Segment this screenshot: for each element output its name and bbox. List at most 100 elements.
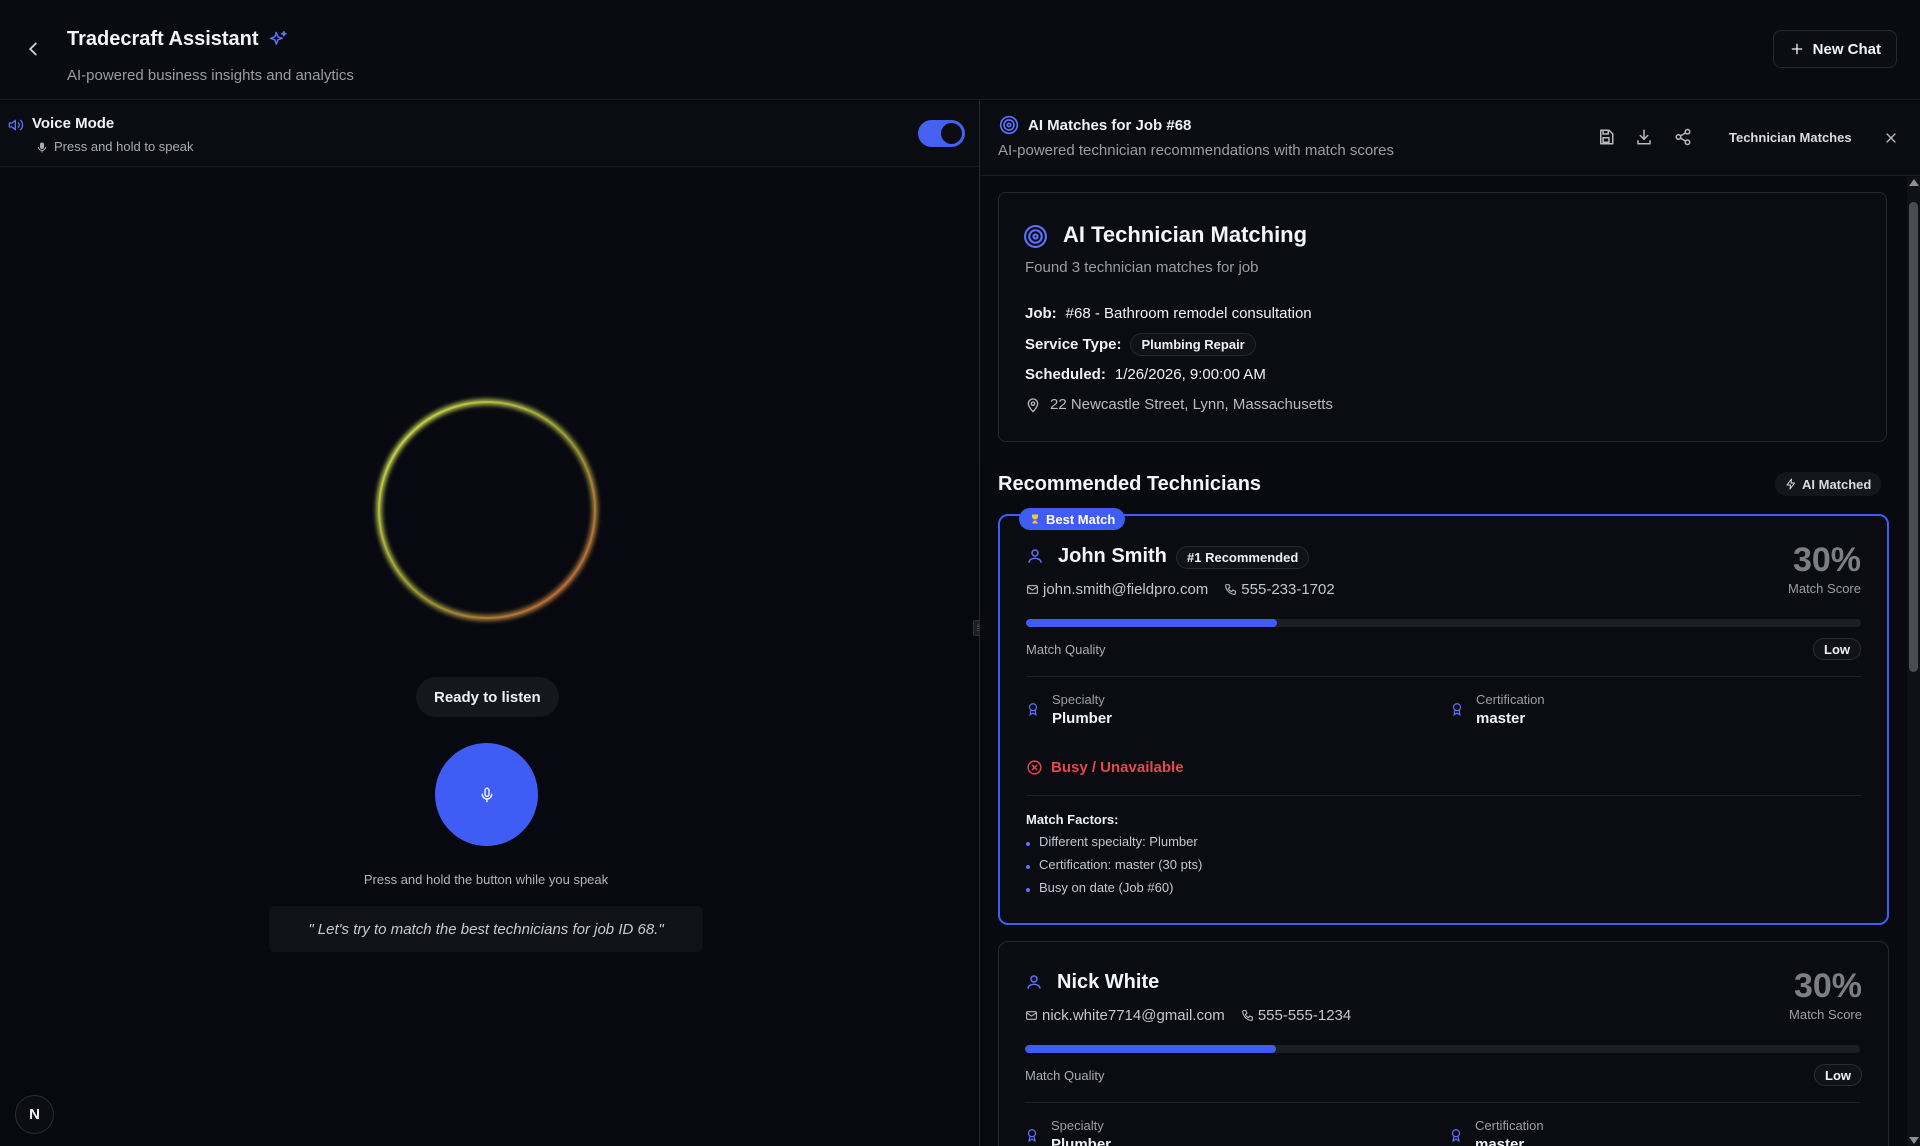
user-icon xyxy=(1027,975,1041,989)
address-value: 22 Newcastle Street, Lynn, Massachusetts xyxy=(1050,396,1333,413)
share-icon[interactable] xyxy=(1674,128,1692,146)
match-quality-bar xyxy=(1026,619,1861,627)
match-factors-list: Different specialty: Plumber Certificati… xyxy=(1026,830,1202,899)
service-type-row: Service Type: Plumbing Repair xyxy=(1025,333,1256,356)
trophy-icon xyxy=(1032,514,1038,524)
app-header: Tradecraft Assistant AI-powered business… xyxy=(0,0,1920,100)
email-item[interactable]: nick.white7714@gmail.com xyxy=(1025,1007,1225,1024)
recommended-rank-badge: #1 Recommended xyxy=(1176,546,1310,569)
match-score: 30% Match Score xyxy=(1788,543,1861,596)
phone-item[interactable]: 555-233-1702 xyxy=(1224,581,1335,598)
phone-item[interactable]: 555-555-1234 xyxy=(1241,1007,1351,1024)
match-quality-level: Low xyxy=(1813,638,1861,660)
target-icon xyxy=(1024,225,1047,248)
voice-orb xyxy=(376,399,598,621)
separator xyxy=(1026,676,1861,677)
match-factor-text: Busy on date (Job #60) xyxy=(1039,880,1174,895)
specialty-value: Plumber xyxy=(1051,1136,1112,1146)
match-quality-fill xyxy=(1025,1045,1276,1053)
scroll-down-arrow[interactable] xyxy=(1909,1137,1919,1144)
panel-title: AI Matches for Job #68 xyxy=(1028,117,1192,134)
voice-mode-toggle[interactable] xyxy=(918,120,965,147)
back-icon[interactable] xyxy=(22,38,44,60)
plus-icon xyxy=(1791,43,1802,55)
match-quality-label: Match Quality xyxy=(1025,1068,1105,1083)
technician-card[interactable]: Nick White nick.white7714@gmail.com 555-… xyxy=(998,941,1889,1146)
match-factors-title: Match Factors: xyxy=(1026,812,1119,827)
match-factor-item: Certification: master (30 pts) xyxy=(1026,853,1202,876)
email-item[interactable]: john.smith@fieldpro.com xyxy=(1026,581,1208,598)
recommended-title: Recommended Technicians xyxy=(998,473,1262,495)
service-type-label: Service Type: xyxy=(1025,336,1122,353)
award-icon xyxy=(1027,1129,1037,1143)
summary-subtitle: Found 3 technician matches for job xyxy=(1025,259,1259,276)
award-icon xyxy=(1452,703,1462,717)
specialty-label: Specialty xyxy=(1051,1118,1104,1133)
match-score-value: 30% xyxy=(1792,541,1861,579)
technician-card[interactable]: Best Match John Smith #1 Recommended joh… xyxy=(998,508,1889,925)
mail-icon xyxy=(1026,1011,1037,1020)
certification-label: Certification xyxy=(1475,1118,1544,1133)
phone-icon xyxy=(1241,1010,1253,1021)
match-quality-label: Match Quality xyxy=(1026,642,1106,657)
address-row: 22 Newcastle Street, Lynn, Massachusetts xyxy=(1025,396,1333,413)
match-score-label: Match Score xyxy=(1789,1007,1862,1022)
voice-mode-hint: Press and hold to speak xyxy=(54,139,194,154)
technician-phone: 555-233-1702 xyxy=(1241,581,1335,598)
technician-email: john.smith@fieldpro.com xyxy=(1043,581,1209,598)
bullet-dot xyxy=(1026,887,1030,892)
certification-value: master xyxy=(1476,710,1526,727)
voice-pane: Voice Mode Press and hold to speak Ready… xyxy=(0,101,983,1146)
app-title-row: Tradecraft Assistant xyxy=(67,28,288,51)
panel-scrollbar[interactable] xyxy=(1907,177,1920,1146)
sparkle-icon xyxy=(269,30,287,45)
match-quality-bar xyxy=(1025,1045,1860,1053)
bullet-dot xyxy=(1026,841,1030,846)
lightning-icon xyxy=(1786,478,1795,490)
new-chat-button[interactable]: New Chat xyxy=(1772,30,1897,68)
target-icon xyxy=(999,115,1019,135)
match-score-value: 30% xyxy=(1793,967,1862,1005)
transcript-bubble: " Let's try to match the best technician… xyxy=(269,906,703,952)
framework-badge[interactable]: N xyxy=(15,1095,54,1134)
new-chat-label: New Chat xyxy=(1812,40,1881,58)
specialty-value: Plumber xyxy=(1052,710,1113,727)
specialty-label: Specialty xyxy=(1052,692,1105,707)
mic-icon xyxy=(38,142,46,153)
push-to-talk-button[interactable] xyxy=(435,743,538,846)
ai-matched-label: AI Matched xyxy=(1802,476,1872,492)
match-quality-level: Low xyxy=(1814,1064,1862,1086)
availability-status: Busy / Unavailable xyxy=(1026,759,1184,776)
panel-header: AI Matches for Job #68 AI-powered techni… xyxy=(980,101,1920,176)
technician-name: John Smith xyxy=(1058,545,1167,567)
separator xyxy=(1026,795,1861,796)
scroll-up-arrow[interactable] xyxy=(1909,179,1919,186)
download-icon[interactable] xyxy=(1635,128,1653,146)
scheduled-value: 1/26/2026, 9:00:00 AM xyxy=(1114,366,1266,383)
technician-email: nick.white7714@gmail.com xyxy=(1042,1007,1225,1024)
contact-row: john.smith@fieldpro.com 555-233-1702 xyxy=(1026,581,1335,598)
best-match-badge: Best Match xyxy=(1019,508,1126,530)
scheduled-label: Scheduled: xyxy=(1025,366,1106,383)
mail-icon xyxy=(1027,585,1038,594)
scroll-thumb[interactable] xyxy=(1909,202,1918,672)
map-pin-icon xyxy=(1027,397,1039,413)
close-icon[interactable] xyxy=(1883,130,1899,146)
availability-label: Busy / Unavailable xyxy=(1051,759,1184,776)
technician-phone: 555-555-1234 xyxy=(1257,1007,1352,1024)
match-factor-text: Different specialty: Plumber xyxy=(1039,834,1198,849)
phone-icon xyxy=(1225,584,1237,595)
tab-technician-matches[interactable]: Technician Matches xyxy=(1729,130,1852,145)
match-score: 30% Match Score xyxy=(1789,969,1862,1022)
listening-status: Ready to listen xyxy=(416,677,559,717)
match-factor-item: Busy on date (Job #60) xyxy=(1026,876,1202,899)
match-factor-item: Different specialty: Plumber xyxy=(1026,830,1202,853)
voice-mode-bar: Voice Mode Press and hold to speak xyxy=(0,101,979,167)
user-icon xyxy=(1028,549,1042,563)
ai-matched-badge: AI Matched xyxy=(1775,472,1882,496)
x-circle-icon xyxy=(1027,760,1042,775)
service-type-badge: Plumbing Repair xyxy=(1130,333,1256,356)
save-icon[interactable] xyxy=(1597,128,1615,146)
match-quality-fill xyxy=(1026,619,1277,627)
voice-mode-title: Voice Mode xyxy=(32,115,115,132)
